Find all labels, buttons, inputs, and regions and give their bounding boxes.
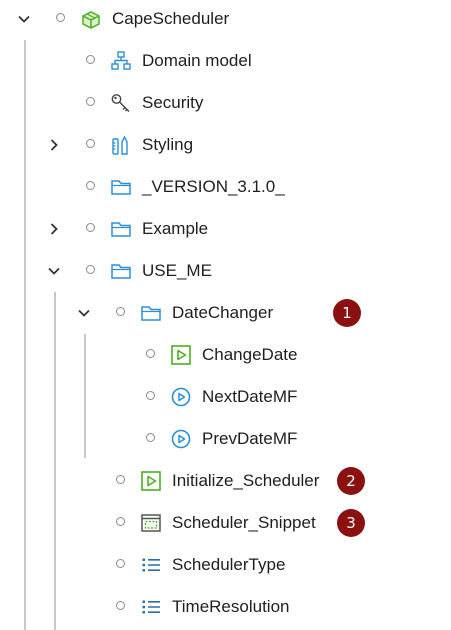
tree-row-capescheduler[interactable]: CapeScheduler bbox=[0, 0, 451, 40]
chevron-right-icon[interactable] bbox=[45, 220, 63, 238]
tree-item-label: TimeResolution bbox=[172, 597, 290, 616]
status-dot[interactable] bbox=[146, 391, 155, 400]
status-dot[interactable] bbox=[116, 559, 125, 568]
folder-icon bbox=[110, 218, 132, 240]
tree-row-version[interactable]: _VERSION_3.1.0_ bbox=[0, 166, 451, 208]
chevron-right-icon[interactable] bbox=[45, 136, 63, 154]
status-dot[interactable] bbox=[86, 97, 95, 106]
folder-icon bbox=[140, 302, 162, 324]
tree-item-label: Security bbox=[142, 93, 204, 112]
status-dot[interactable] bbox=[116, 307, 125, 316]
status-dot[interactable] bbox=[56, 13, 65, 22]
folder-icon bbox=[110, 176, 132, 198]
tree-row-schedulertype[interactable]: SchedulerType bbox=[0, 544, 451, 586]
tree-row-nextdatemf[interactable]: NextDateMF bbox=[0, 376, 451, 418]
tree-row-scheduler-snippet[interactable]: Scheduler_Snippet 3 bbox=[0, 502, 451, 544]
annotation-badge: 1 bbox=[333, 299, 361, 327]
status-dot[interactable] bbox=[86, 223, 95, 232]
tree-row-timeresolution[interactable]: TimeResolution bbox=[0, 586, 451, 628]
tree-row-domain-model[interactable]: Domain model bbox=[0, 40, 451, 82]
tree-item-label: Initialize_Scheduler bbox=[172, 471, 320, 490]
tree-item-label: Scheduler_Snippet bbox=[172, 513, 316, 532]
status-dot[interactable] bbox=[116, 475, 125, 484]
tree-item-label: ChangeDate bbox=[202, 345, 298, 364]
tree-item-label: SchedulerType bbox=[172, 555, 286, 574]
tree-row-prevdatemf[interactable]: PrevDateMF bbox=[0, 418, 451, 460]
module-box-icon bbox=[80, 8, 102, 30]
status-dot[interactable] bbox=[86, 181, 95, 190]
chevron-down-icon[interactable] bbox=[75, 304, 93, 322]
microflow-icon bbox=[140, 470, 162, 492]
enumeration-icon bbox=[140, 596, 162, 618]
tree-row-styling[interactable]: Styling bbox=[0, 124, 451, 166]
tree-row-datechanger[interactable]: DateChanger 1 bbox=[0, 292, 451, 334]
tree-row-initialize-scheduler[interactable]: Initialize_Scheduler 2 bbox=[0, 460, 451, 502]
key-icon bbox=[110, 92, 132, 114]
tree-row-changedate[interactable]: ChangeDate bbox=[0, 334, 451, 376]
tree-item-label: Domain model bbox=[142, 51, 252, 70]
tree-item-label: Example bbox=[142, 219, 209, 238]
tree-item-label: DateChanger bbox=[172, 303, 274, 322]
snippet-icon bbox=[140, 512, 162, 534]
enumeration-icon bbox=[140, 554, 162, 576]
annotation-badge: 3 bbox=[337, 509, 365, 537]
tree-item-label: _VERSION_3.1.0_ bbox=[142, 177, 285, 196]
tree-item-label: NextDateMF bbox=[202, 387, 298, 406]
nanoflow-icon bbox=[170, 428, 192, 450]
folder-icon bbox=[110, 260, 132, 282]
tree-item-label: Styling bbox=[142, 135, 194, 154]
tree-item-label: PrevDateMF bbox=[202, 429, 298, 448]
status-dot[interactable] bbox=[146, 349, 155, 358]
chevron-down-icon[interactable] bbox=[45, 262, 63, 280]
styling-icon bbox=[110, 134, 132, 156]
tree-row-security[interactable]: Security bbox=[0, 82, 451, 124]
status-dot[interactable] bbox=[86, 139, 95, 148]
status-dot[interactable] bbox=[116, 517, 125, 526]
tree-item-label: CapeScheduler bbox=[112, 9, 230, 28]
status-dot[interactable] bbox=[146, 433, 155, 442]
tree-item-label: USE_ME bbox=[142, 261, 212, 280]
chevron-down-icon[interactable] bbox=[15, 10, 33, 28]
status-dot[interactable] bbox=[86, 265, 95, 274]
annotation-badge: 2 bbox=[337, 467, 365, 495]
microflow-icon bbox=[170, 344, 192, 366]
tree-row-example[interactable]: Example bbox=[0, 208, 451, 250]
tree-row-use-me[interactable]: USE_ME bbox=[0, 250, 451, 292]
nanoflow-icon bbox=[170, 386, 192, 408]
status-dot[interactable] bbox=[86, 55, 95, 64]
domain-model-icon bbox=[110, 50, 132, 72]
status-dot[interactable] bbox=[116, 601, 125, 610]
